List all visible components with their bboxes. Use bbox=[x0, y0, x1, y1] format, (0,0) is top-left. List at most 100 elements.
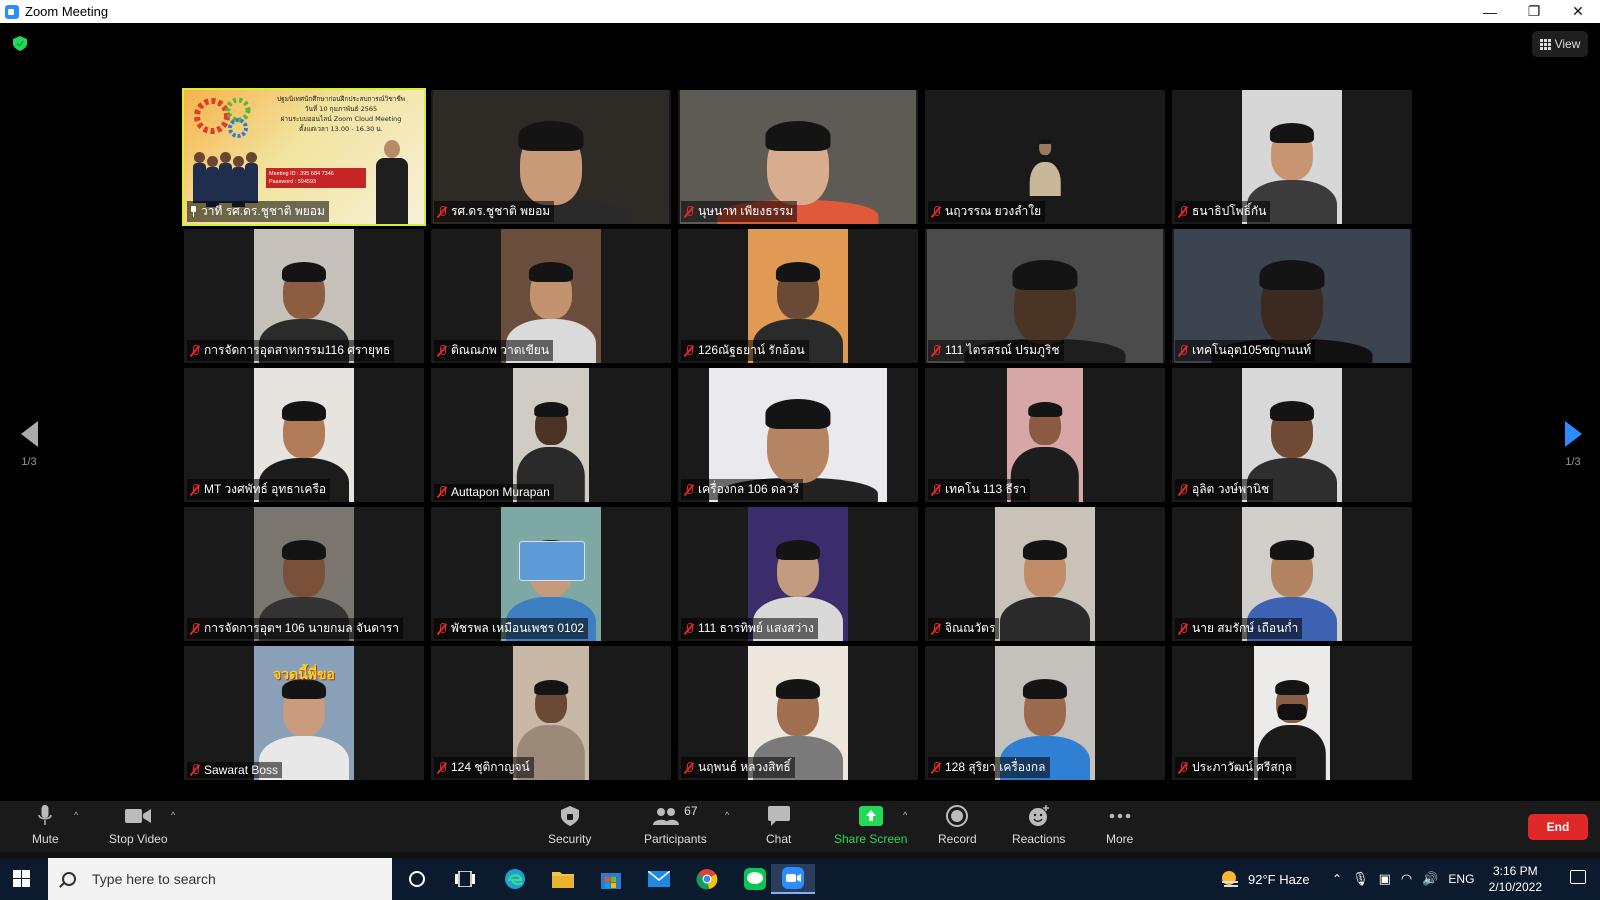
windows-taskbar: Type here to search 92°F Haze ⌃ 🎙 ▣ ◠ 🔊 … bbox=[0, 858, 1600, 900]
participants-options-caret[interactable]: ^ bbox=[725, 810, 729, 820]
taskbar-search-box[interactable]: Type here to search bbox=[48, 858, 392, 900]
participant-tile[interactable]: เทคโน 113 ธีรา bbox=[925, 368, 1165, 502]
participant-name: ติณณภพ วาดเขียน bbox=[451, 343, 550, 357]
task-view-icon[interactable] bbox=[443, 864, 487, 894]
microsoft-store-icon[interactable] bbox=[589, 864, 633, 894]
participant-tile[interactable]: นฤวรรณ ยวงลำใย bbox=[925, 90, 1165, 224]
tray-chevron-up-icon[interactable]: ⌃ bbox=[1332, 872, 1342, 886]
tray-meet-now-icon[interactable]: ▣ bbox=[1379, 871, 1391, 887]
search-icon bbox=[62, 872, 76, 886]
window-title: Zoom Meeting bbox=[25, 4, 109, 19]
participant-name-label: ประภาวัฒน์ ศรีสกุล bbox=[1175, 757, 1297, 778]
arrow-left-icon bbox=[20, 421, 38, 447]
meeting-toolbar: Mute ^ Stop Video ^ Security 67 Particip… bbox=[0, 801, 1600, 852]
participant-tile[interactable]: พัชรพล เหมือนเพชร 0102 bbox=[431, 507, 671, 641]
previous-page-button[interactable]: 1/3 bbox=[16, 421, 42, 468]
notification-center-icon[interactable] bbox=[1570, 870, 1586, 884]
tray-volume-icon[interactable]: 🔊 bbox=[1422, 871, 1438, 887]
participant-name: การจัดการอุตสาหกรรม116 ศรายุทธ bbox=[204, 343, 391, 357]
cortana-icon[interactable] bbox=[395, 864, 439, 894]
chat-label: Chat bbox=[766, 832, 792, 846]
tray-microphone-icon[interactable]: 🎙 bbox=[1352, 871, 1369, 887]
shield-icon[interactable] bbox=[13, 36, 27, 51]
participant-tile[interactable]: อุลิต วงษ์พานิช bbox=[1172, 368, 1412, 502]
participant-name-label: 111 ธารทิพย์ แสงสว่าง bbox=[681, 618, 818, 639]
participant-name-label: รศ.ดร.ชูชาติ พยอม bbox=[434, 201, 555, 222]
participants-label: Participants bbox=[644, 832, 707, 846]
participant-tile[interactable]: เครื่องกล 106 ดลวรี bbox=[678, 368, 918, 502]
microphone-muted-icon bbox=[436, 205, 448, 218]
share-screen-icon bbox=[858, 806, 883, 826]
participant-tile[interactable]: ติณณภพ วาดเขียน bbox=[431, 229, 671, 363]
share-options-caret[interactable]: ^ bbox=[903, 810, 907, 820]
microphone-muted-icon bbox=[189, 344, 201, 357]
participant-tile[interactable]: ประภาวัฒน์ ศรีสกุล bbox=[1172, 646, 1412, 780]
file-explorer-icon[interactable] bbox=[541, 864, 585, 894]
record-button[interactable]: Record bbox=[938, 805, 977, 846]
close-button[interactable]: ✕ bbox=[1556, 0, 1600, 23]
chrome-icon[interactable] bbox=[685, 864, 729, 894]
video-caption: จวดนี้พี่ขอ bbox=[273, 666, 335, 682]
audio-options-caret[interactable]: ^ bbox=[74, 810, 78, 820]
participant-name: Auttapon Murapan bbox=[451, 485, 550, 499]
view-button[interactable]: View bbox=[1532, 31, 1588, 57]
participant-name-label: เทคโนอุต105ชญานนท์ bbox=[1175, 340, 1316, 361]
participant-name-label: อุลิต วงษ์พานิช bbox=[1175, 479, 1274, 500]
participant-tile[interactable]: 126ณัฐธยาน์ รักอ้อน bbox=[678, 229, 918, 363]
more-button[interactable]: More bbox=[1106, 805, 1133, 846]
participant-tile[interactable]: รศ.ดร.ชูชาติ พยอม bbox=[431, 90, 671, 224]
participant-tile[interactable]: จวดนี้พี่ขอ Sawarat Boss bbox=[184, 646, 424, 780]
microphone-muted-icon bbox=[930, 483, 942, 496]
participant-tile[interactable]: 128 สุริยา เครื่องกล bbox=[925, 646, 1165, 780]
participant-tile[interactable]: 124 ชุติกาญจน์ bbox=[431, 646, 671, 780]
participant-tile[interactable]: การจัดการอุตฯ 106 นายกมล จันดารา bbox=[184, 507, 424, 641]
weather-text: 92°F Haze bbox=[1248, 871, 1310, 887]
restore-button[interactable]: ❐ bbox=[1512, 0, 1556, 23]
weather-widget[interactable]: 92°F Haze bbox=[1220, 858, 1310, 900]
participant-tile[interactable]: Auttapon Murapan bbox=[431, 368, 671, 502]
share-screen-button[interactable]: Share Screen bbox=[834, 805, 907, 846]
participant-tile[interactable]: นฤพนธ์ หลวงสิทธิ์ bbox=[678, 646, 918, 780]
clock-time: 3:16 PM bbox=[1492, 864, 1538, 878]
participant-name: การจัดการอุตฯ 106 นายกมล จันดารา bbox=[204, 621, 399, 635]
participant-tile[interactable]: 111 ไตรสรณ์ ปรมภูริช bbox=[925, 229, 1165, 363]
security-button[interactable]: Security bbox=[548, 805, 591, 846]
participant-tile[interactable]: จิณณวัตร bbox=[925, 507, 1165, 641]
chat-button[interactable]: Chat bbox=[766, 805, 791, 846]
participant-tile[interactable]: ธนาธิปโพธิ์กัน bbox=[1172, 90, 1412, 224]
slide-line-2: วันที่ 10 กุมภาพันธ์ 2565 bbox=[304, 105, 378, 113]
participant-tile[interactable]: นาย สมรักษ์ เถือนก่ำ bbox=[1172, 507, 1412, 641]
participant-name: เครื่องกล 106 ดลวรี bbox=[698, 482, 800, 496]
zoom-taskbar-icon[interactable] bbox=[771, 864, 815, 894]
participant-tile[interactable]: นุษนาท เพียงธรรม bbox=[678, 90, 918, 224]
mail-icon[interactable] bbox=[637, 864, 681, 894]
participant-name-label: นฤพนธ์ หลวงสิทธิ์ bbox=[681, 757, 795, 778]
taskbar-search-placeholder: Type here to search bbox=[92, 871, 216, 887]
security-shield-icon bbox=[560, 806, 579, 826]
edge-browser-icon[interactable] bbox=[493, 864, 537, 894]
participant-name: เทคโนอุต105ชญานนท์ bbox=[1192, 343, 1312, 357]
tray-wifi-icon[interactable]: ◠ bbox=[1401, 871, 1412, 887]
participant-tile[interactable]: เทคโนอุต105ชญานนท์ bbox=[1172, 229, 1412, 363]
slide-line-3: ผ่านระบบออนไลน์ Zoom Cloud Meeting bbox=[280, 115, 402, 123]
grid-view-icon bbox=[1539, 38, 1551, 50]
participants-button[interactable]: 67 Participants bbox=[644, 804, 707, 846]
participant-tile[interactable]: MT วงศพัทธ์ อุทธาเครือ bbox=[184, 368, 424, 502]
reactions-button[interactable]: Reactions bbox=[1012, 805, 1065, 846]
next-page-button[interactable]: 1/3 bbox=[1560, 421, 1586, 468]
minimize-button[interactable]: — bbox=[1468, 0, 1512, 23]
participant-tile[interactable]: การจัดการอุตสาหกรรม116 ศรายุทธ bbox=[184, 229, 424, 363]
participant-tile[interactable]: 111 ธารทิพย์ แสงสว่าง bbox=[678, 507, 918, 641]
participant-name-label: 126ณัฐธยาน์ รักอ้อน bbox=[681, 340, 809, 361]
tray-language[interactable]: ENG bbox=[1448, 872, 1474, 886]
video-options-caret[interactable]: ^ bbox=[171, 810, 175, 820]
participant-video: จวดนี้พี่ขอ bbox=[254, 646, 354, 780]
page-indicator-left: 1/3 bbox=[21, 456, 37, 468]
stop-video-button[interactable]: Stop Video bbox=[109, 805, 168, 846]
windows-start-icon[interactable] bbox=[13, 870, 30, 887]
mute-button[interactable]: Mute bbox=[32, 805, 59, 846]
end-meeting-button[interactable]: End bbox=[1528, 814, 1588, 840]
participants-count: 67 bbox=[684, 804, 698, 818]
taskbar-clock[interactable]: 3:16 PM 2/10/2022 bbox=[1489, 863, 1542, 895]
participant-tile[interactable]: ปฐมนิเทศนักศึกษาก่อนฝึกประสบการณ์วิชาชีพ… bbox=[182, 88, 426, 226]
